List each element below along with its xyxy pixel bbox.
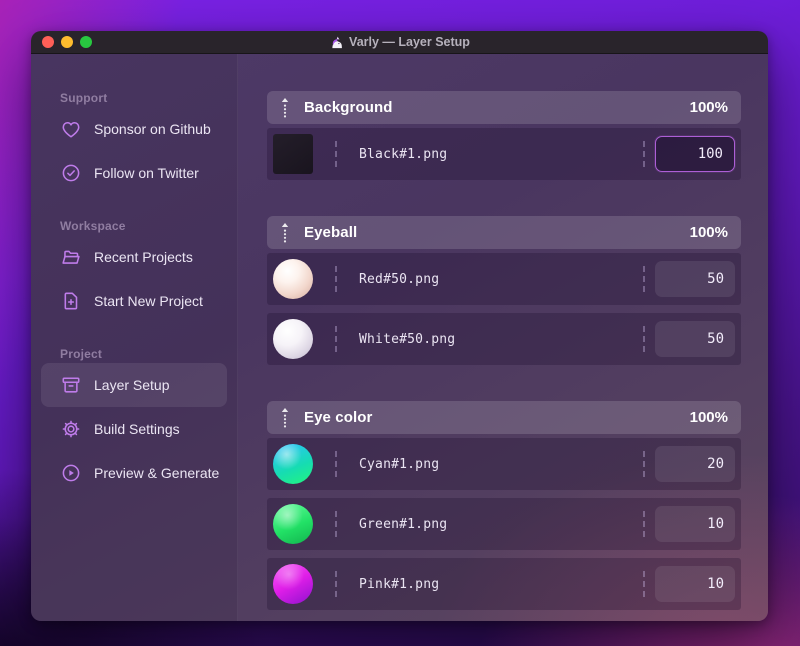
sidebar: Support Sponsor on Github Follow on Twit… xyxy=(31,54,238,621)
heart-icon xyxy=(62,121,80,138)
layer-filename: Red#50.png xyxy=(359,271,440,287)
sidebar-item-follow-on-twitter[interactable]: Follow on Twitter xyxy=(41,151,227,195)
layer-row: White#50.png xyxy=(267,313,741,365)
divider xyxy=(335,511,337,537)
group-header: Background 100% xyxy=(267,91,741,124)
divider xyxy=(643,571,645,597)
layer-weight-input[interactable] xyxy=(655,446,735,482)
sidebar-item-start-new-project[interactable]: Start New Project xyxy=(41,279,227,323)
window-title-text: Varly — Layer Setup xyxy=(349,35,470,49)
layer-filename: Cyan#1.png xyxy=(359,456,440,472)
desktop-wallpaper: Varly — Layer Setup Support Sponsor on G… xyxy=(0,0,800,646)
badge-check-icon xyxy=(62,164,80,182)
sidebar-item-build-settings[interactable]: Build Settings xyxy=(41,407,227,451)
layer-setup-panel: Background 100% Black#1.png 100 Eyeball … xyxy=(238,54,768,621)
group-weight: 100% xyxy=(689,99,728,116)
layer-row: Cyan#1.png xyxy=(267,438,741,490)
section-label: Project xyxy=(60,347,103,361)
divider xyxy=(335,571,337,597)
layer-weight-input[interactable] xyxy=(655,566,735,602)
group-header: Eye color 100% xyxy=(267,401,741,434)
group-title: Eyeball xyxy=(304,224,358,241)
group-title: Background xyxy=(304,99,393,116)
sidebar-item-label: Sponsor on Github xyxy=(94,121,211,137)
layer-row: Green#1.png xyxy=(267,498,741,550)
drag-handle-icon[interactable] xyxy=(279,97,291,119)
layer-thumbnail-green-sphere xyxy=(273,504,313,544)
divider xyxy=(335,266,337,292)
layer-row: Pink#1.png xyxy=(267,558,741,610)
layer-filename: White#50.png xyxy=(359,331,456,347)
gear-icon xyxy=(62,420,80,438)
divider xyxy=(335,326,337,352)
drag-handle-icon[interactable] xyxy=(279,407,291,429)
layer-thumbnail-pink-sphere xyxy=(273,564,313,604)
sidebar-section-workspace: Workspace Recent Projects Start New Proj… xyxy=(31,219,237,323)
titlebar: Varly — Layer Setup xyxy=(31,31,768,54)
sidebar-section-project: Project Layer Setup Build Settings Previ… xyxy=(31,347,237,495)
traffic-lights xyxy=(42,31,92,53)
layer-thumbnail-black xyxy=(273,134,313,174)
layer-group-background: Background 100% Black#1.png xyxy=(267,91,741,180)
divider xyxy=(335,451,337,477)
divider xyxy=(643,511,645,537)
divider xyxy=(643,266,645,292)
layer-weight-input[interactable] xyxy=(655,506,735,542)
sidebar-item-label: Start New Project xyxy=(94,293,203,309)
drag-handle-icon[interactable] xyxy=(279,222,291,244)
layer-filename: Green#1.png xyxy=(359,516,448,532)
unicorn-app-icon xyxy=(332,36,342,48)
layer-weight-input[interactable] xyxy=(655,261,735,297)
layer-weight-input[interactable] xyxy=(655,321,735,357)
close-button[interactable] xyxy=(42,36,54,48)
play-circle-icon xyxy=(62,464,80,482)
layer-filename: Pink#1.png xyxy=(359,576,440,592)
divider xyxy=(335,141,337,167)
layer-thumbnail-white-sphere xyxy=(273,319,313,359)
divider xyxy=(643,451,645,477)
sidebar-section-support: Support Sponsor on Github Follow on Twit… xyxy=(31,91,237,195)
layer-row: Black#1.png xyxy=(267,128,741,180)
folder-open-icon xyxy=(62,250,80,264)
sidebar-item-preview-generate[interactable]: Preview & Generate xyxy=(41,451,227,495)
layer-row: Red#50.png xyxy=(267,253,741,305)
sidebar-item-label: Recent Projects xyxy=(94,249,193,265)
divider xyxy=(643,141,645,167)
archive-box-icon xyxy=(62,377,80,393)
sidebar-item-label: Preview & Generate xyxy=(94,465,220,481)
layer-weight-input[interactable] xyxy=(655,136,735,172)
layer-thumbnail-cyan-sphere xyxy=(273,444,313,484)
group-weight: 100% xyxy=(689,409,728,426)
layer-group-eye-color: Eye color 100% Cyan#1.png Gre xyxy=(267,401,741,610)
sidebar-item-label: Follow on Twitter xyxy=(94,165,199,181)
sidebar-item-layer-setup[interactable]: Layer Setup xyxy=(41,363,227,407)
minimize-button[interactable] xyxy=(61,36,73,48)
sidebar-item-recent-projects[interactable]: Recent Projects xyxy=(41,235,227,279)
section-label: Support xyxy=(60,91,108,105)
zoom-button[interactable] xyxy=(80,36,92,48)
group-weight: 100% xyxy=(689,224,728,241)
group-header: Eyeball 100% xyxy=(267,216,741,249)
layer-thumbnail-red-sphere xyxy=(273,259,313,299)
sidebar-item-label: Layer Setup xyxy=(94,377,170,393)
app-window: Varly — Layer Setup Support Sponsor on G… xyxy=(31,31,768,621)
document-plus-icon xyxy=(64,292,78,310)
layer-filename: Black#1.png xyxy=(359,146,448,162)
layer-group-eyeball: Eyeball 100% Red#50.png White xyxy=(267,216,741,365)
window-content: Support Sponsor on Github Follow on Twit… xyxy=(31,54,768,621)
sidebar-item-sponsor-on-github[interactable]: Sponsor on Github xyxy=(41,107,227,151)
section-label: Workspace xyxy=(60,219,126,233)
divider xyxy=(643,326,645,352)
group-title: Eye color xyxy=(304,409,373,426)
window-title: Varly — Layer Setup xyxy=(329,35,470,50)
sidebar-item-label: Build Settings xyxy=(94,421,180,437)
